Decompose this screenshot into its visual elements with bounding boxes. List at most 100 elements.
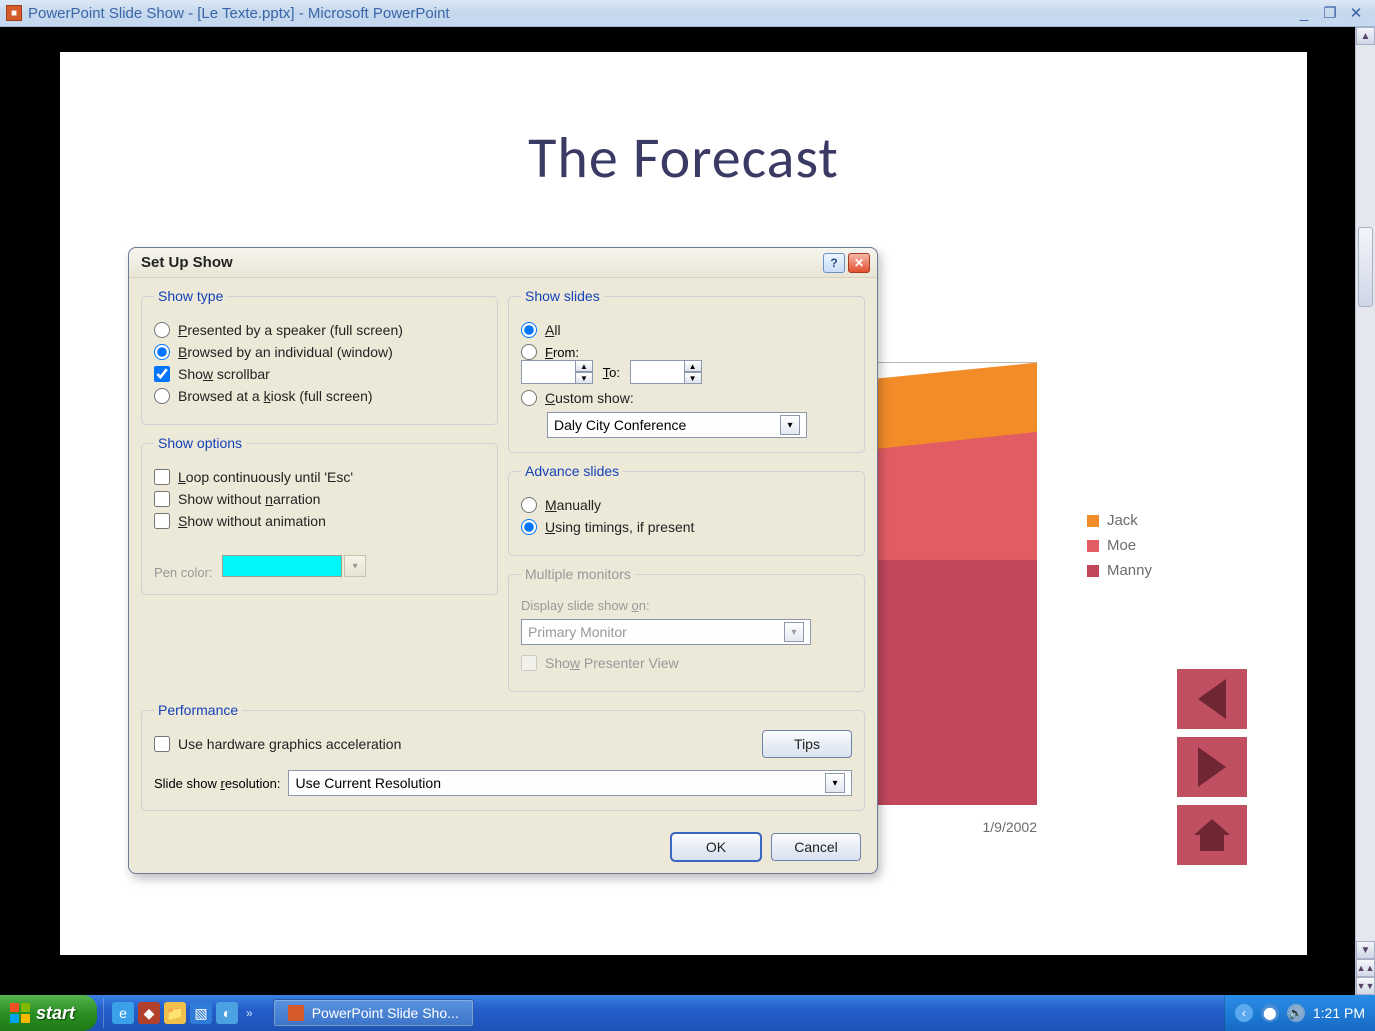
radio-browsed-individual[interactable]: Browsed by an individual (window) <box>154 344 485 360</box>
pen-color-label: Pen color: <box>154 565 213 580</box>
display-on-label: Display slide show on: <box>521 598 852 613</box>
dialog-title: Set Up Show <box>141 254 233 271</box>
group-multiple-monitors: Multiple monitors Display slide show on:… <box>508 566 865 692</box>
check-show-scrollbar[interactable]: Show scrollbar <box>154 366 485 382</box>
quick-launch: e ◆ 📁 ▧ ◐ » <box>103 998 265 1028</box>
check-presenter-view: Show Presenter View <box>521 655 852 671</box>
titlebar: ■ PowerPoint Slide Show - [Le Texte.pptx… <box>0 0 1375 27</box>
quick-launch-overflow[interactable]: » <box>242 1006 257 1020</box>
window-title: PowerPoint Slide Show - [Le Texte.pptx] … <box>28 5 450 22</box>
check-no-narration[interactable]: Show without narration <box>154 491 485 507</box>
nav-prev-button[interactable] <box>1177 669 1247 729</box>
legend-item: Moe <box>1087 537 1152 554</box>
folder-icon[interactable]: 📁 <box>164 1002 186 1024</box>
resolution-value: Use Current Resolution <box>295 775 441 791</box>
powerpoint-icon <box>288 1005 304 1021</box>
app-icon[interactable]: ◆ <box>138 1002 160 1024</box>
radio-browsed-kiosk[interactable]: Browsed at a kiosk (full screen) <box>154 388 485 404</box>
ok-button[interactable]: OK <box>671 833 761 861</box>
from-input[interactable] <box>521 360 576 384</box>
nav-next-button[interactable] <box>1177 737 1247 797</box>
tray-expand-icon[interactable]: ‹ <box>1235 1004 1253 1022</box>
start-label: start <box>36 1003 75 1024</box>
app-icon[interactable]: ◐ <box>216 1002 238 1024</box>
scroll-up-button[interactable]: ▲ <box>1356 27 1375 45</box>
home-icon <box>1192 817 1232 853</box>
setup-show-dialog: Set Up Show ? ✕ Show type Presented by a… <box>128 247 878 874</box>
from-spinner[interactable]: ▲▼ <box>521 360 593 384</box>
resolution-label: Slide show resolution: <box>154 776 280 791</box>
restore-button[interactable]: ❐ <box>1317 4 1343 22</box>
radio-advance-timings[interactable]: Using timings, if present <box>521 519 852 535</box>
taskbar-button-powerpoint[interactable]: PowerPoint Slide Sho... <box>273 999 474 1027</box>
vertical-scrollbar[interactable]: ▲ ▼ ▲▲ ▼▼ <box>1355 27 1375 995</box>
scroll-thumb[interactable] <box>1358 227 1373 307</box>
chevron-down-icon: ▾ <box>344 555 366 577</box>
triangle-right-icon <box>1198 747 1226 787</box>
pen-color-picker[interactable]: ▾ <box>222 555 366 577</box>
legend-item: Jack <box>1087 512 1152 529</box>
group-show-options: Show options Loop continuously until 'Es… <box>141 435 498 595</box>
resolution-combo[interactable]: Use Current Resolution ▾ <box>288 770 852 796</box>
group-legend: Show type <box>154 288 227 304</box>
tips-button[interactable]: Tips <box>762 730 852 758</box>
chevron-down-icon: ▾ <box>784 622 804 642</box>
triangle-left-icon <box>1198 679 1226 719</box>
radio-slides-all[interactable]: All <box>521 322 852 338</box>
tray-clock[interactable]: 1:21 PM <box>1313 1005 1365 1021</box>
nav-home-button[interactable] <box>1177 805 1247 865</box>
radio-custom-show[interactable]: Custom show: <box>521 390 852 406</box>
slide-nav-buttons <box>1177 669 1247 865</box>
volume-icon[interactable]: 🔊 <box>1287 1004 1305 1022</box>
group-performance: Performance Use hardware graphics accele… <box>141 702 865 811</box>
client-area: The Forecast 1/8/2002 1/9/2002 <box>0 27 1375 995</box>
slide-title: The Forecast <box>60 122 1307 193</box>
close-window-button[interactable]: ✕ <box>1343 4 1369 22</box>
prev-slide-button[interactable]: ▲▲ <box>1356 959 1375 977</box>
next-slide-button[interactable]: ▼▼ <box>1356 977 1375 995</box>
dialog-close-button[interactable]: ✕ <box>848 253 870 273</box>
monitor-value: Primary Monitor <box>528 624 627 640</box>
ie-icon[interactable]: e <box>112 1002 134 1024</box>
radio-advance-manual[interactable]: Manually <box>521 497 852 513</box>
dialog-help-button[interactable]: ? <box>823 253 845 273</box>
start-button[interactable]: start <box>0 995 97 1031</box>
tray-icon[interactable]: ⬤ <box>1261 1004 1279 1022</box>
check-no-animation[interactable]: Show without animation <box>154 513 485 529</box>
radio-slides-from[interactable]: From: <box>521 344 852 360</box>
system-tray: ‹ ⬤ 🔊 1:21 PM <box>1224 995 1375 1031</box>
to-label: To: <box>603 365 620 380</box>
scroll-down-button[interactable]: ▼ <box>1356 941 1375 959</box>
legend-label: Manny <box>1107 562 1152 579</box>
group-legend: Show options <box>154 435 246 451</box>
to-input[interactable] <box>630 360 685 384</box>
group-show-slides: Show slides All From: ▲▼ To: ▲▼ Custom s… <box>508 288 865 453</box>
pen-color-swatch <box>222 555 342 577</box>
chart-legend: Jack Moe Manny <box>1087 512 1152 587</box>
radio-presented-speaker[interactable]: Presented by a speaker (full screen) <box>154 322 485 338</box>
legend-label: Jack <box>1107 512 1138 529</box>
to-spinner[interactable]: ▲▼ <box>630 360 702 384</box>
legend-item: Manny <box>1087 562 1152 579</box>
custom-show-combo[interactable]: Daly City Conference ▾ <box>547 412 807 438</box>
dialog-titlebar[interactable]: Set Up Show ? ✕ <box>129 248 877 278</box>
cancel-button[interactable]: Cancel <box>771 833 861 861</box>
letterbox-left <box>0 27 60 995</box>
letterbox-right <box>1307 27 1355 995</box>
group-legend: Performance <box>154 702 242 718</box>
group-legend: Advance slides <box>521 463 623 479</box>
minimize-button[interactable]: _ <box>1291 4 1317 22</box>
show-desktop-icon[interactable]: ▧ <box>190 1002 212 1024</box>
legend-label: Moe <box>1107 537 1136 554</box>
taskbar: start e ◆ 📁 ▧ ◐ » PowerPoint Slide Sho..… <box>0 995 1375 1031</box>
group-show-type: Show type Presented by a speaker (full s… <box>141 288 498 425</box>
slide-wrap: The Forecast 1/8/2002 1/9/2002 <box>60 27 1307 995</box>
chevron-down-icon: ▾ <box>780 415 800 435</box>
task-label: PowerPoint Slide Sho... <box>312 1005 459 1021</box>
chevron-down-icon: ▾ <box>825 773 845 793</box>
check-hw-accel[interactable]: Use hardware graphics acceleration <box>154 736 762 752</box>
group-advance-slides: Advance slides Manually Using timings, i… <box>508 463 865 556</box>
check-loop[interactable]: Loop continuously until 'Esc' <box>154 469 485 485</box>
display-monitor-combo: Primary Monitor ▾ <box>521 619 811 645</box>
x-label-1: 1/9/2002 <box>983 819 1038 835</box>
